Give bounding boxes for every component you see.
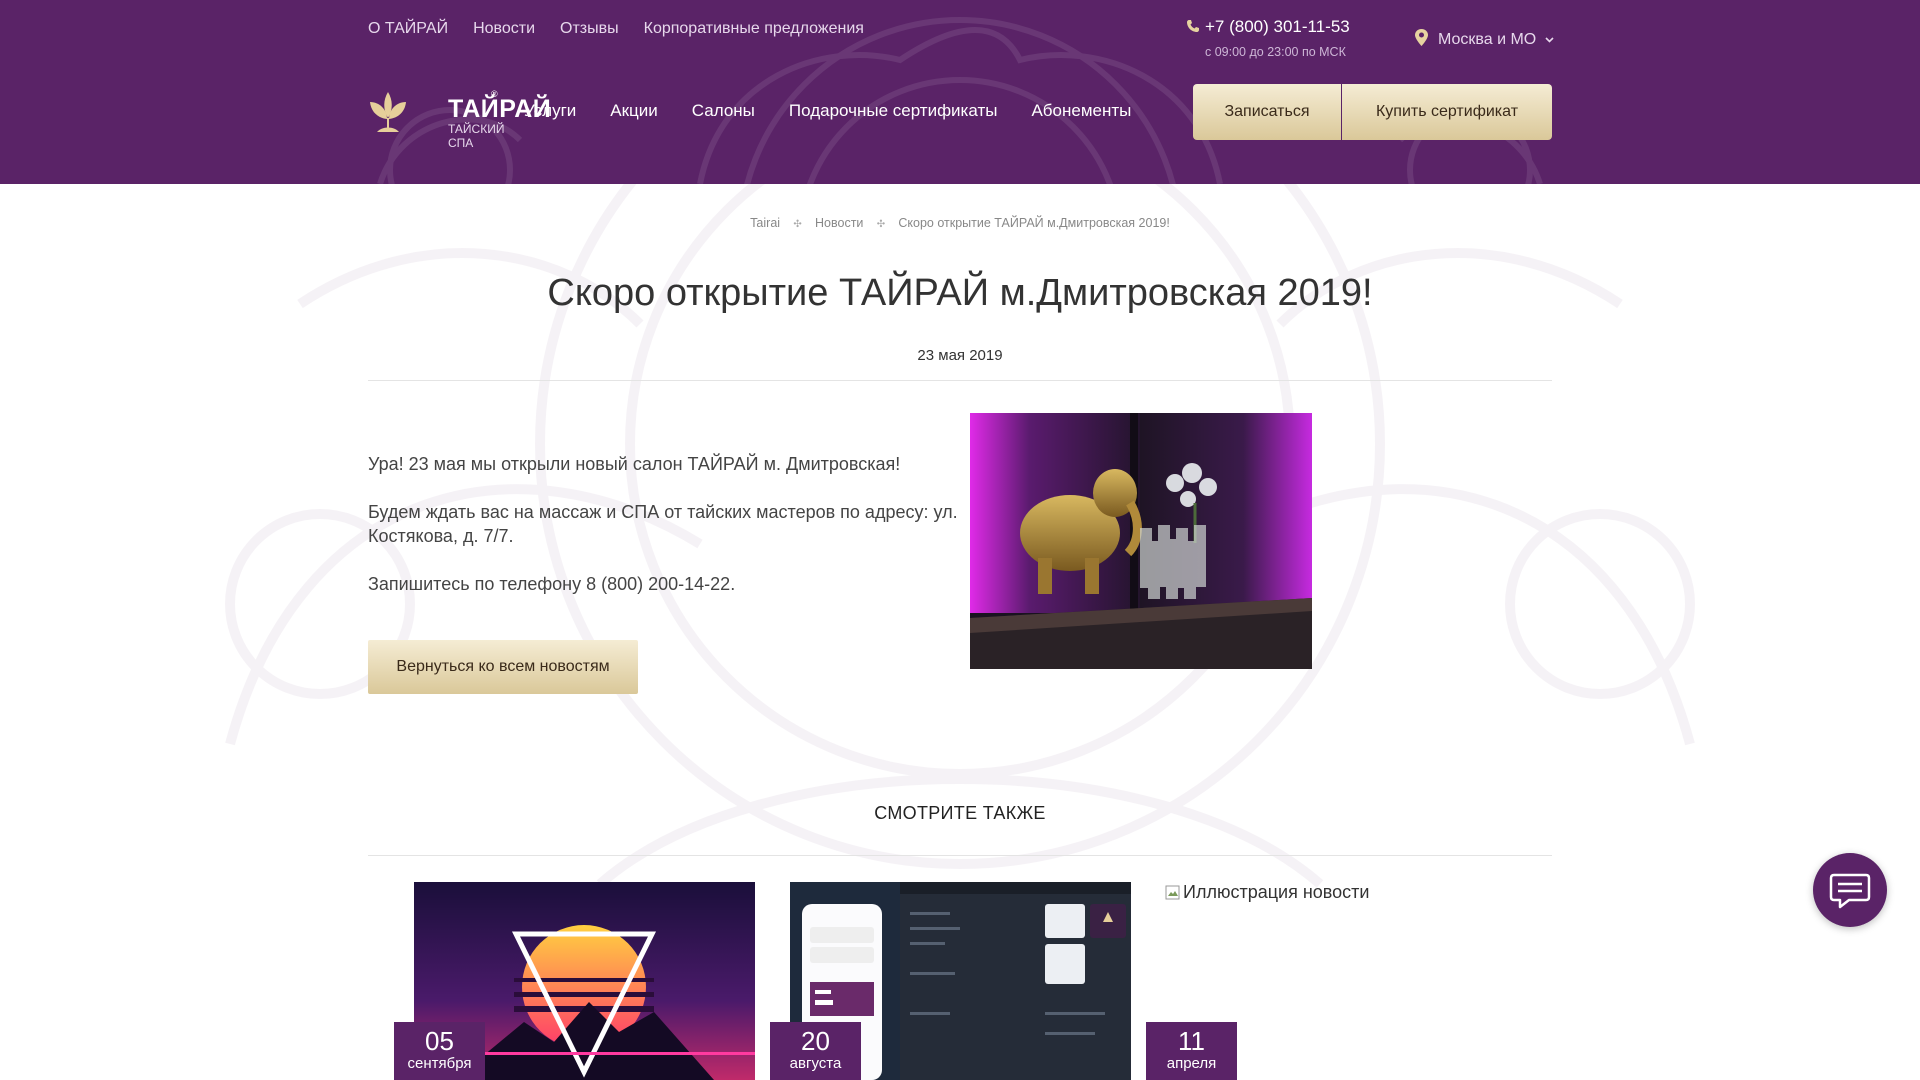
location-pin-icon xyxy=(1415,29,1428,46)
badge-month: августа xyxy=(789,1055,842,1072)
phone-icon xyxy=(1187,20,1199,32)
badge-day: 05 xyxy=(425,1026,454,1056)
title-divider xyxy=(368,380,1552,381)
book-button[interactable]: Записаться xyxy=(1193,84,1341,140)
breadcrumb-separator-icon: ✣ xyxy=(793,219,802,230)
badge-day: 20 xyxy=(801,1026,830,1056)
article-paragraph: Запишитесь по телефону 8 (800) 200-14-22… xyxy=(368,574,736,594)
region-label: Москва и МО xyxy=(1438,31,1537,48)
breadcrumb-home[interactable]: Tairai xyxy=(750,216,780,230)
badge-month: сентября xyxy=(407,1055,472,1072)
logo-registered-mark: ® xyxy=(491,89,498,99)
page-title: Скоро открытие ТАЙРАЙ м.Дмитровская 2019… xyxy=(547,272,1373,314)
topnav-news[interactable]: Новости xyxy=(473,19,535,39)
site-logo[interactable]: ТАЙРАЙ ® ТАЙСКИЙ СПА xyxy=(368,88,551,150)
nav-salons[interactable]: Салоны xyxy=(692,100,755,122)
nav-gift-certificates[interactable]: Подарочные сертификаты xyxy=(789,100,998,122)
image-alt-text: Иллюстрация новости xyxy=(1183,882,1370,902)
article-paragraph: Ура! 23 мая мы открыли новый салон ТАЙРА… xyxy=(368,454,901,474)
chevron-down-icon xyxy=(1545,37,1554,43)
breadcrumb: Tairai ✣ Новости ✣ Скоро открытие ТАЙРАЙ… xyxy=(0,216,1920,230)
badge-day: 11 xyxy=(1178,1026,1205,1056)
back-to-news-button[interactable]: Вернуться ко всем новостям xyxy=(368,640,638,694)
logo-subtitle: ТАЙСКИЙ СПА xyxy=(448,122,505,150)
badge-month: апреля xyxy=(1166,1055,1217,1072)
main-nav: Услуги Акции Салоны Подарочные сертифика… xyxy=(524,100,1131,122)
date-badge: 11 апреля xyxy=(1146,1022,1237,1080)
article-date: 23 мая 2019 xyxy=(917,347,1003,364)
date-badge: 20 августа xyxy=(770,1022,861,1080)
article-paragraph: Будем ждать вас на массаж и СПА от тайск… xyxy=(368,502,958,546)
see-also-heading: СМОТРИТЕ ТАКЖЕ xyxy=(874,803,1046,823)
topnav-reviews[interactable]: Отзывы xyxy=(560,19,619,39)
nav-services[interactable]: Услуги xyxy=(524,100,576,122)
news-card-image-alt: Иллюстрация новости xyxy=(1165,882,1369,903)
chat-icon xyxy=(1829,873,1871,909)
site-header: О ТАЙРАЙ Новости Отзывы Корпоративные пр… xyxy=(0,0,1920,184)
working-hours: с 09:00 до 23:00 по МСК xyxy=(1205,45,1346,59)
header-ornament xyxy=(377,17,1543,184)
article-body: Ура! 23 мая мы открыли новый салон ТАЙРА… xyxy=(368,452,958,620)
broken-image-icon xyxy=(1165,885,1180,899)
phone-number-link[interactable]: +7 (800) 301-11-53 xyxy=(1205,17,1350,37)
see-also-divider xyxy=(368,855,1552,856)
article-photo-illustration xyxy=(970,413,1312,669)
date-badge: 05 сентября xyxy=(394,1022,485,1080)
breadcrumb-current: Скоро открытие ТАЙРАЙ м.Дмитровская 2019… xyxy=(898,216,1170,230)
lotus-logo-icon xyxy=(370,92,406,132)
topnav-about[interactable]: О ТАЙРАЙ xyxy=(368,19,448,39)
chat-button[interactable] xyxy=(1813,853,1887,927)
buy-certificate-button[interactable]: Купить сертификат xyxy=(1342,84,1552,140)
breadcrumb-separator-icon: ✣ xyxy=(876,219,886,230)
nav-subscriptions[interactable]: Абонементы xyxy=(1031,100,1131,122)
breadcrumb-news[interactable]: Новости xyxy=(815,216,863,230)
topnav-corporate[interactable]: Корпоративные предложения xyxy=(644,19,864,39)
top-nav: О ТАЙРАЙ Новости Отзывы Корпоративные пр… xyxy=(368,19,864,39)
article-photo xyxy=(970,413,1312,669)
nav-promotions[interactable]: Акции xyxy=(610,100,658,122)
